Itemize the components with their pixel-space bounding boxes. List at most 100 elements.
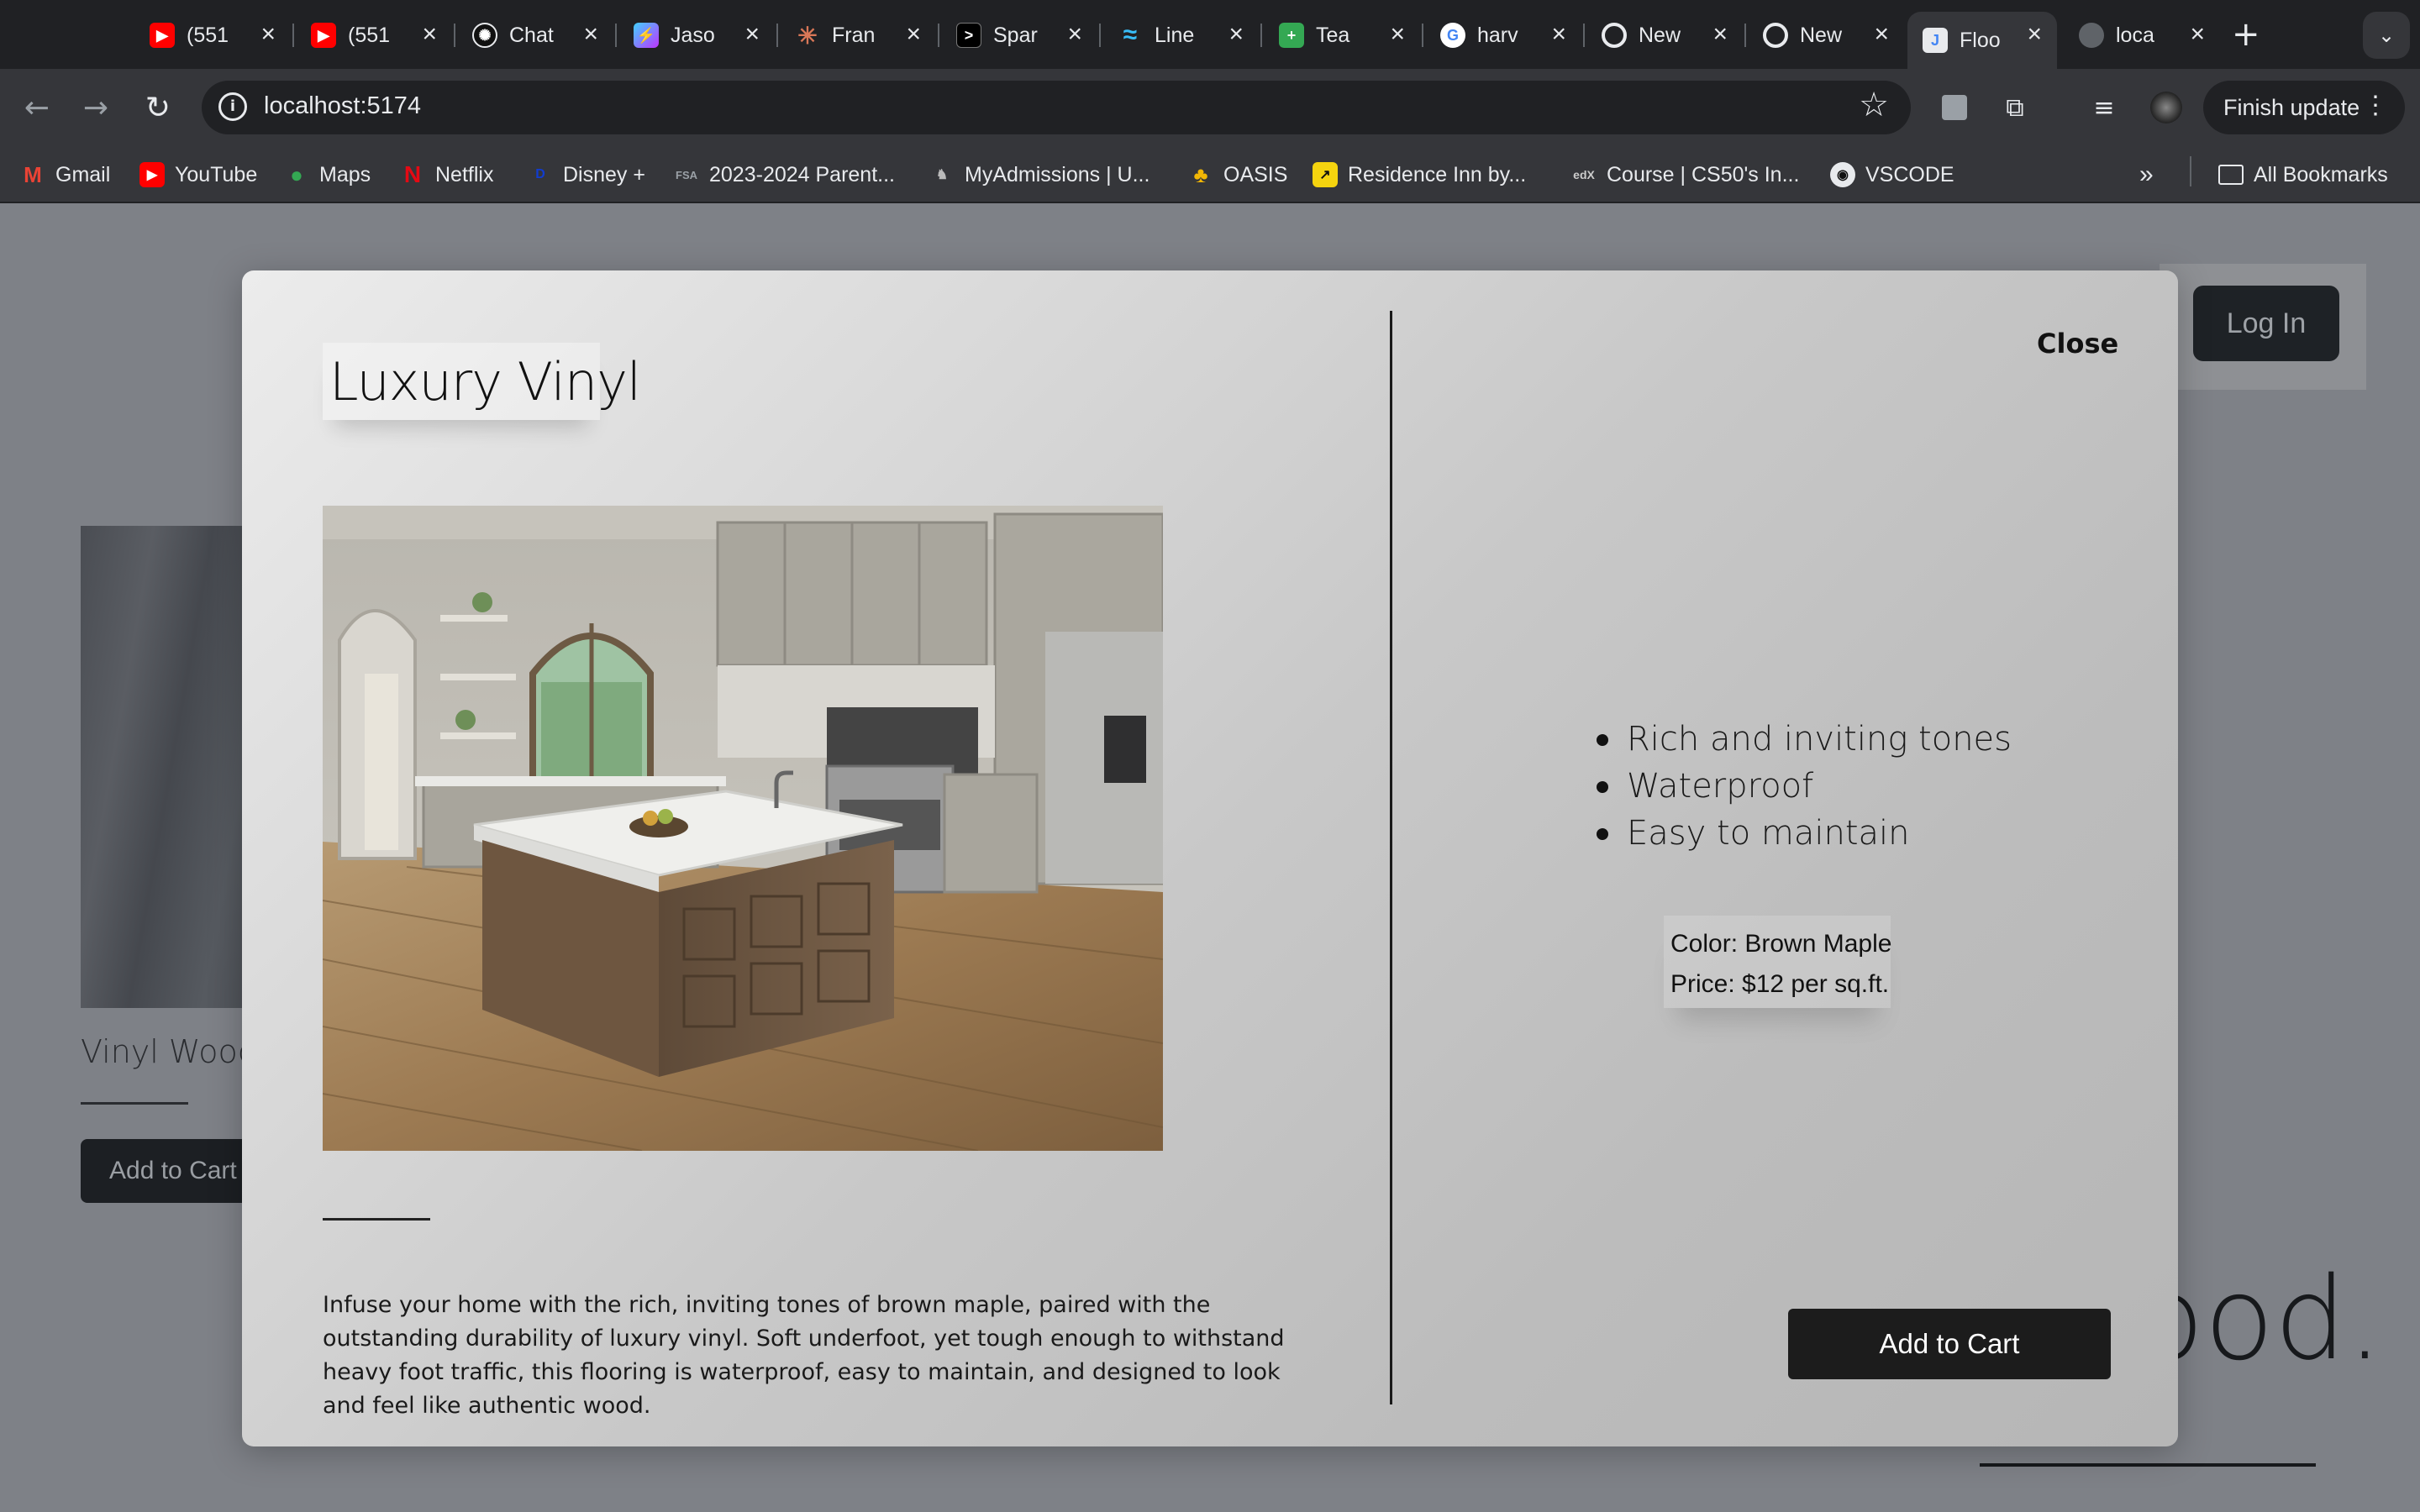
back-button[interactable]: ← [17,87,57,128]
tab-vite[interactable]: ⚡ Jaso × [618,12,775,59]
media-control-icon[interactable]: ≡ [2086,89,2123,126]
reload-button[interactable]: ↻ [138,87,178,128]
chrome-icon [1602,23,1627,48]
close-button[interactable]: Close [2037,328,2118,360]
close-tab-icon[interactable]: × [1712,20,1728,49]
close-tab-icon[interactable]: × [2027,20,2042,49]
login-button[interactable]: Log In [2193,286,2339,361]
tab-localhost[interactable]: loca × [2064,12,2220,59]
admissions-icon: ♞ [935,168,949,182]
close-tab-icon[interactable]: × [1874,20,1889,49]
close-tab-icon[interactable]: × [1390,20,1405,49]
product-specs: Color: Brown Maple Price: $12 per sq.ft. [1664,916,1891,1008]
close-tab-icon[interactable]: × [744,20,760,49]
close-tab-icon[interactable]: × [1228,20,1244,49]
netflix-icon: N [403,161,422,187]
close-tab-icon[interactable]: × [260,20,276,49]
tab-google[interactable]: Gharv × [1425,12,1581,59]
disney-icon: D [535,167,545,181]
more-vert-icon: ⋮ [2363,92,2388,119]
youtube-icon: ▶ [150,23,175,48]
tailwind-icon: ≈ [1123,21,1138,49]
edx-icon: edX [1573,168,1595,181]
bookmark-parent[interactable]: FSA 2023-2024 Parent... [674,160,895,190]
close-tab-icon[interactable]: × [2190,20,2205,49]
vertical-divider [1390,311,1392,1404]
bookmark-residence-inn[interactable]: ↗ Residence Inn by... [1313,160,1526,190]
kitchen-photo [323,506,1163,1151]
product-modal: Luxury Vinyl Infuse your home with the r… [242,270,2178,1446]
add-to-cart-button[interactable]: Add to Cart [1788,1309,2111,1379]
close-tab-icon[interactable]: × [422,20,437,49]
forward-button[interactable]: → [76,87,116,128]
youtube-icon: ▶ [139,162,165,187]
google-icon: G [1440,23,1465,48]
product-card-title: Vinyl Wood [81,1033,258,1070]
extensions-puzzle-icon[interactable]: ⧉ [1996,89,2033,126]
product-description: Infuse your home with the rich, inviting… [323,1292,1285,1419]
gmail-icon: M [24,161,42,187]
profile-avatar[interactable] [2148,89,2185,126]
feature-list: Rich and inviting tones Waterproof Easy … [1597,716,2012,857]
all-bookmarks-button[interactable]: All Bookmarks [2218,160,2388,190]
page-icon: J [1923,28,1948,53]
color-spec: Color: Brown Maple [1670,930,1892,958]
bookmarks-bar: M Gmail ▶ YouTube ● Maps N Netflix D Disney +… [0,146,2420,203]
claude-icon: ✳ [797,22,818,49]
tab-sheets[interactable]: + Tea × [1264,12,1420,59]
list-item: Easy to maintain [1597,810,2012,857]
tab-chat[interactable]: ✺ Chat × [457,12,613,59]
bookmark-gmail[interactable]: M Gmail [20,160,110,190]
tab-search-button[interactable]: ⌄ [2363,12,2410,59]
bookmark-star-icon[interactable]: ☆ [1859,86,1889,124]
price-spec: Price: $12 per sq.ft. [1670,970,1890,998]
tab-new-1[interactable]: New × [1586,12,1743,59]
modal-title: Luxury Vinyl [329,351,641,412]
divider [81,1102,188,1105]
fsa-icon: FSA [676,168,697,181]
bookmark-myadmissions[interactable]: ♞ MyAdmissions | U... [929,160,1150,190]
bookmark-cs50[interactable]: edX Course | CS50's In... [1571,160,1799,190]
close-tab-icon[interactable]: × [1067,20,1082,49]
site-info-icon[interactable]: i [218,92,247,121]
chrome-icon [1763,23,1788,48]
divider [1980,1463,2316,1467]
close-tab-icon[interactable]: × [906,20,921,49]
youtube-icon: ▶ [311,23,336,48]
arrow-left-icon: ← [24,90,50,125]
address-bar[interactable]: i localhost:5174 ☆ [202,81,1911,134]
bookmark-youtube[interactable]: ▶ YouTube [139,160,257,190]
sheets-icon: + [1279,23,1304,48]
close-tab-icon[interactable]: × [583,20,598,49]
marriott-icon: ↗ [1313,162,1338,187]
arrow-right-icon: → [82,90,109,125]
vite-icon: ⚡ [634,23,659,48]
terminal-icon: > [956,23,981,48]
bookmark-oasis[interactable]: ♣ OASIS [1188,160,1287,190]
extension-icon[interactable] [1936,89,1973,126]
tab-flooring-active[interactable]: J Floo × [1907,12,2057,69]
new-tab-button[interactable]: + [2232,15,2260,54]
tab-tailwind[interactable]: ≈ Line × [1102,12,1259,59]
bookmark-vscode[interactable]: ◉ VSCODE [1830,160,1954,190]
bookmark-maps[interactable]: ● Maps [284,160,371,190]
tab-claude[interactable]: ✳ Fran × [780,12,936,59]
tab-strip: ▶ (551 × ▶ (551 × ✺ Chat × ⚡ Jaso × ✳ Fran × > Spar… [0,0,2420,69]
github-icon: ◉ [1830,162,1855,187]
finish-update-button[interactable]: Finish update ⋮ [2203,81,2405,134]
tab-new-2[interactable]: New × [1748,12,1904,59]
tab-spark[interactable]: > Spar × [941,12,1097,59]
browser-toolbar: ← → ↻ i localhost:5174 ☆ ⧉ ≡ Finish upda… [0,69,2420,146]
maps-icon: ● [290,161,303,187]
list-item: Waterproof [1597,763,2012,810]
close-tab-icon[interactable]: × [1551,20,1566,49]
chevron-down-icon: ⌄ [2377,24,2396,47]
bookmark-disney[interactable]: D Disney + [528,160,645,190]
reload-icon: ↻ [145,90,171,125]
list-item: Rich and inviting tones [1597,716,2012,763]
more-bookmarks-button[interactable]: » [2139,160,2154,190]
tab-youtube-2[interactable]: ▶ (551 × [296,12,452,59]
bookmark-netflix[interactable]: N Netflix [400,160,494,190]
tab-youtube-1[interactable]: ▶ (551 × [134,12,291,59]
url-text[interactable]: localhost:5174 [264,92,421,120]
